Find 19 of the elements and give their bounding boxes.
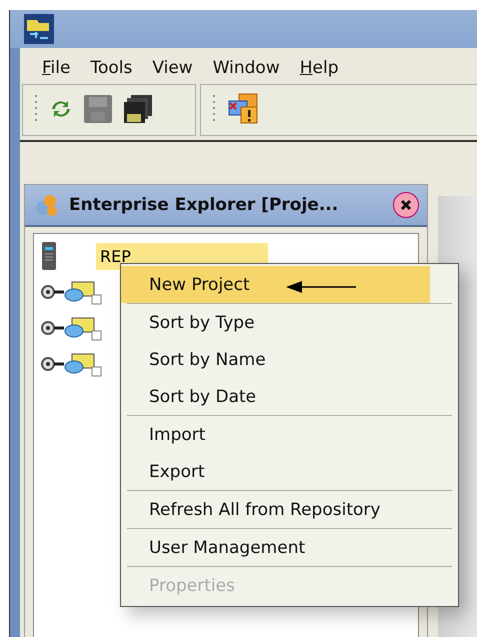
menu-item[interactable]: Help bbox=[292, 54, 346, 82]
menu-entry[interactable]: Sort by Name bbox=[121, 341, 458, 378]
menu-entry[interactable]: Import bbox=[121, 416, 458, 453]
menu-item[interactable]: Window bbox=[204, 54, 288, 82]
menu-entry[interactable]: Export bbox=[121, 453, 458, 490]
menu-entry[interactable]: Sort by Type bbox=[121, 304, 458, 341]
menu-item[interactable]: Tools bbox=[82, 54, 140, 82]
close-button[interactable] bbox=[393, 192, 419, 218]
server-icon bbox=[40, 241, 58, 271]
app-icon bbox=[24, 14, 54, 44]
menu-entry[interactable]: Refresh All from Repository bbox=[121, 491, 458, 528]
panel-title: Enterprise Explorer [Proje... bbox=[69, 195, 340, 215]
menu-entry[interactable]: New Project bbox=[121, 266, 430, 303]
menu-entry[interactable]: Sort by Date bbox=[121, 378, 458, 415]
pointer-arrow bbox=[286, 280, 356, 294]
menu-entry[interactable]: User Management bbox=[121, 529, 458, 566]
close-icon bbox=[400, 199, 412, 211]
menu-item[interactable]: File bbox=[34, 54, 78, 82]
menu-item[interactable]: View bbox=[144, 54, 201, 82]
